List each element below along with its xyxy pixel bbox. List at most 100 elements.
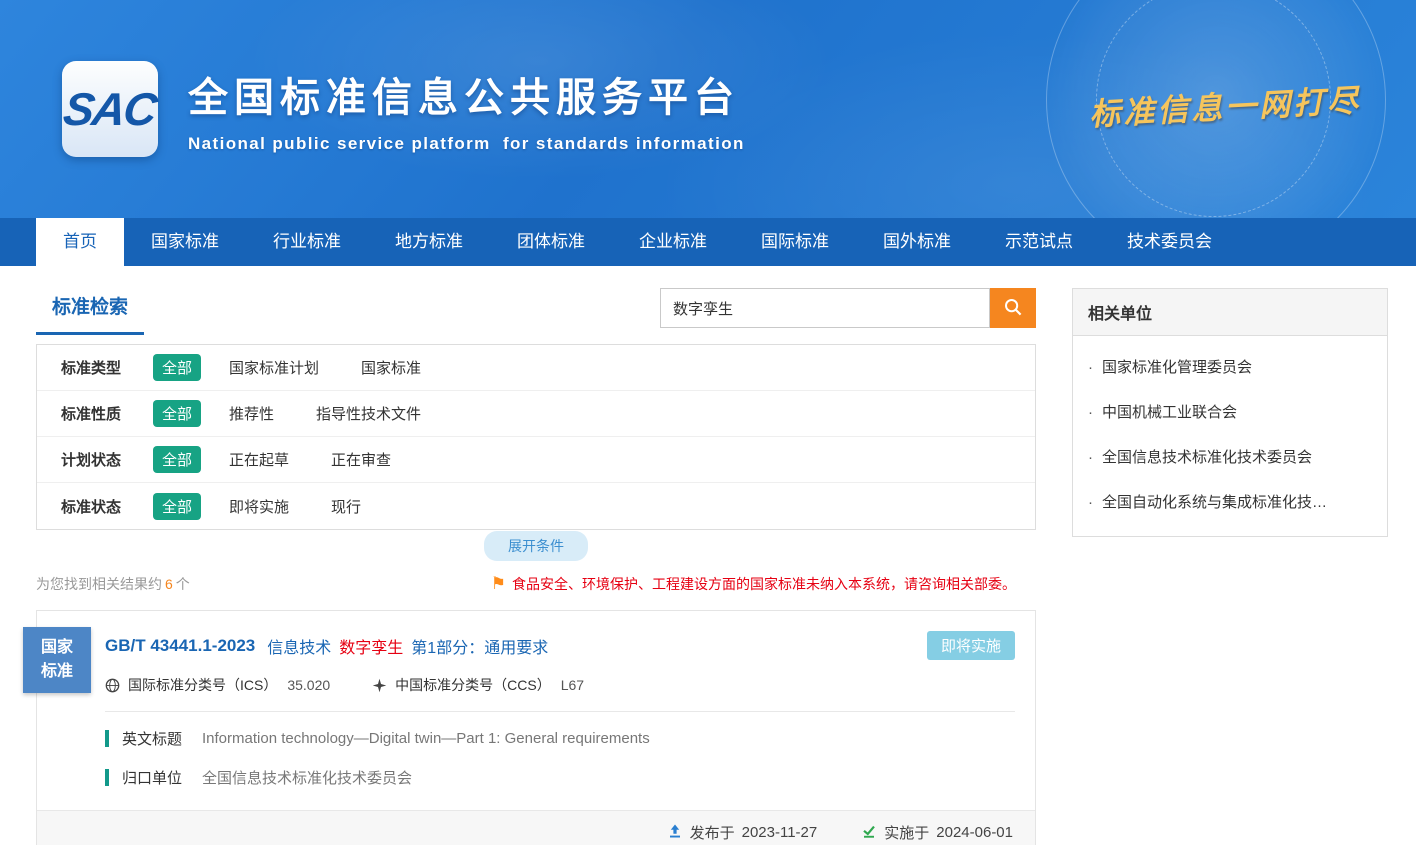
nav-item-local-standards[interactable]: 地方标准 [368, 218, 490, 266]
system-notice: ⚑ 食品安全、环境保护、工程建设方面的国家标准未纳入本系统，请咨询相关部委。 [491, 574, 1016, 594]
flag-icon: ⚑ [491, 574, 506, 594]
main-nav: 首页 国家标准 行业标准 地方标准 团体标准 企业标准 国际标准 国外标准 示范… [0, 218, 1416, 266]
dept-row: 归口单位 全国信息技术标准化技术委员会 [105, 767, 1015, 788]
english-title-value: Information technology—Digital twin—Part… [202, 730, 650, 747]
classification-line: 国际标准分类号（ICS） 35.020 中国标准分类号（CCS） L67 [105, 675, 1015, 712]
dept-label: 归口单位 [122, 767, 202, 788]
result-meta: 为您找到相关结果约6个 ⚑ 食品安全、环境保护、工程建设方面的国家标准未纳入本系… [36, 574, 1036, 594]
result-card-head: GB/T 43441.1-2023 信息技术 数字孪生 第1部分：通用要求 即将… [37, 611, 1035, 712]
standard-title-highlight[interactable]: 数字孪生 [339, 634, 403, 658]
upload-icon [667, 823, 683, 843]
ics-group: 国际标准分类号（ICS） 35.020 [105, 675, 330, 695]
filter-row-standard-type: 标准类型 全部 国家标准计划 国家标准 [37, 345, 1035, 391]
nav-item-national-standards[interactable]: 国家标准 [124, 218, 246, 266]
related-units-list: 国家标准化管理委员会 中国机械工业联合会 全国信息技术标准化技术委员会 全国自动… [1073, 336, 1387, 536]
standard-type-badge: 国家 标准 [23, 627, 91, 693]
filter-row-plan-status: 计划状态 全部 正在起草 正在审查 [37, 437, 1035, 483]
teal-bar [105, 769, 109, 786]
globe-icon [105, 678, 120, 693]
filter-option[interactable]: 正在起草 [229, 449, 289, 470]
result-card: 国家 标准 GB/T 43441.1-2023 信息技术 数字孪生 第1部分：通… [36, 610, 1036, 845]
result-card-footer: 发布于 2023-11-27 实施于 2024-06-01 [37, 810, 1035, 845]
english-title-row: 英文标题 Information technology—Digital twin… [105, 728, 1015, 749]
publish-date: 2023-11-27 [742, 824, 818, 841]
filter-option[interactable]: 现行 [331, 496, 361, 517]
filter-all-button[interactable]: 全部 [153, 354, 201, 381]
site-title-block: 全国标准信息公共服务平台 National public service pla… [188, 65, 745, 154]
site-subtitle: National public service platform for sta… [188, 134, 745, 154]
filter-label: 计划状态 [61, 449, 153, 470]
standard-type-badge-line2: 标准 [41, 660, 73, 684]
search-input[interactable] [660, 288, 990, 328]
nav-item-technical-committees[interactable]: 技术委员会 [1100, 218, 1239, 266]
implement-date-item: 实施于 2024-06-01 [861, 822, 1013, 843]
filter-option[interactable]: 即将实施 [229, 496, 289, 517]
filter-option[interactable]: 正在审查 [331, 449, 391, 470]
ccs-value: L67 [561, 677, 584, 693]
site-banner: SAC 全国标准信息公共服务平台 National public service… [0, 0, 1416, 218]
result-card-detail: 英文标题 Information technology—Digital twin… [37, 712, 1035, 810]
related-units-title: 相关单位 [1073, 289, 1387, 336]
english-title-label: 英文标题 [122, 728, 202, 749]
standard-type-badge-line1: 国家 [41, 636, 73, 660]
nav-item-home[interactable]: 首页 [36, 218, 124, 266]
result-summary: 为您找到相关结果约6个 [36, 574, 190, 594]
sac-logo-text: SAC [61, 82, 160, 136]
search-row: 标准检索 [36, 288, 1036, 342]
publish-date-item: 发布于 2023-11-27 [667, 822, 818, 843]
filter-label: 标准状态 [61, 496, 153, 517]
main-column: 标准检索 标准类型 [36, 288, 1036, 845]
filter-option[interactable]: 指导性技术文件 [316, 403, 421, 424]
page: SAC 全国标准信息公共服务平台 National public service… [0, 0, 1416, 845]
tab-standard-search[interactable]: 标准检索 [36, 288, 144, 335]
filter-label: 标准类型 [61, 357, 153, 378]
result-summary-suffix: 个 [176, 576, 190, 592]
publish-label: 发布于 [690, 822, 735, 843]
status-badge: 即将实施 [927, 631, 1015, 660]
sac-logo[interactable]: SAC [62, 61, 158, 157]
filter-all-button[interactable]: 全部 [153, 400, 201, 427]
nav-item-industry-standards[interactable]: 行业标准 [246, 218, 368, 266]
result-count: 6 [165, 576, 173, 592]
teal-bar [105, 730, 109, 747]
filter-row-standard-nature: 标准性质 全部 推荐性 指导性技术文件 [37, 391, 1035, 437]
filter-option[interactable]: 推荐性 [229, 403, 274, 424]
nav-item-enterprise-standards[interactable]: 企业标准 [612, 218, 734, 266]
content-area: 标准检索 标准类型 [0, 266, 1416, 845]
filter-option[interactable]: 国家标准 [361, 357, 421, 378]
standard-title-segment[interactable]: 第1部分：通用要求 [411, 634, 548, 658]
nav-item-pilot-programs[interactable]: 示范试点 [978, 218, 1100, 266]
site-title: 全国标准信息公共服务平台 [188, 65, 745, 123]
related-units-panel: 相关单位 国家标准化管理委员会 中国机械工业联合会 全国信息技术标准化技术委员会… [1072, 288, 1388, 537]
filter-all-button[interactable]: 全部 [153, 446, 201, 473]
expand-wrap: 展开条件 [36, 531, 1036, 561]
ics-label: 国际标准分类号（ICS） [128, 675, 277, 695]
expand-conditions-button[interactable]: 展开条件 [484, 531, 588, 561]
ics-value: 35.020 [287, 677, 330, 693]
filter-label: 标准性质 [61, 403, 153, 424]
check-icon [861, 823, 877, 843]
nav-item-group-standards[interactable]: 团体标准 [490, 218, 612, 266]
implement-label: 实施于 [884, 822, 929, 843]
nav-item-international-standards[interactable]: 国际标准 [734, 218, 856, 266]
filter-option[interactable]: 国家标准计划 [229, 357, 319, 378]
filter-all-button[interactable]: 全部 [153, 493, 201, 520]
filter-row-standard-status: 标准状态 全部 即将实施 现行 [37, 483, 1035, 529]
sidebar-item-automation-committee[interactable]: 全国自动化系统与集成标准化技… [1073, 479, 1387, 524]
standard-title-line: GB/T 43441.1-2023 信息技术 数字孪生 第1部分：通用要求 即将… [105, 631, 1015, 660]
search-button[interactable] [990, 288, 1036, 328]
standard-title-segment[interactable]: 信息技术 [267, 634, 331, 658]
implement-date: 2024-06-01 [936, 824, 1013, 841]
system-notice-text: 食品安全、环境保护、工程建设方面的国家标准未纳入本系统，请咨询相关部委。 [512, 574, 1016, 594]
result-summary-prefix: 为您找到相关结果约 [36, 576, 162, 592]
standard-code-link[interactable]: GB/T 43441.1-2023 [105, 636, 255, 656]
magnifier-icon [1003, 297, 1023, 320]
sidebar-item-it-standardization-committee[interactable]: 全国信息技术标准化技术委员会 [1073, 434, 1387, 479]
sidebar-item-sac[interactable]: 国家标准化管理委员会 [1073, 344, 1387, 389]
dept-value: 全国信息技术标准化技术委员会 [202, 767, 412, 788]
ccs-group: 中国标准分类号（CCS） L67 [372, 675, 584, 695]
compass-icon [372, 678, 387, 693]
sidebar-item-machinery-federation[interactable]: 中国机械工业联合会 [1073, 389, 1387, 434]
ccs-label: 中国标准分类号（CCS） [395, 675, 551, 695]
nav-item-foreign-standards[interactable]: 国外标准 [856, 218, 978, 266]
